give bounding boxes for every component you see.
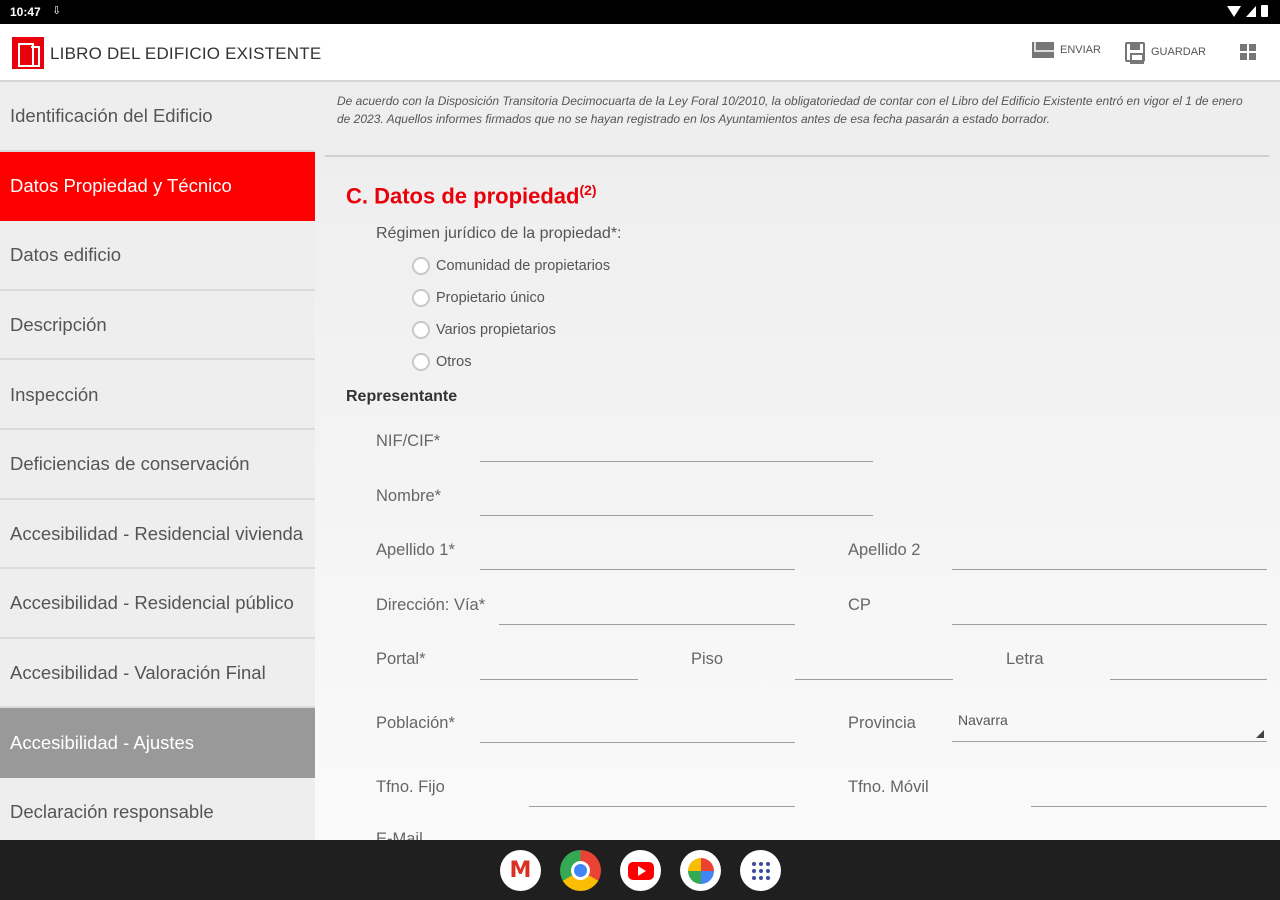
provincia-value: Navarra: [958, 712, 1008, 728]
sidebar-item-inspeccion[interactable]: Inspección: [0, 360, 315, 430]
cp-label: CP: [848, 596, 871, 614]
sidebar-item-accesibilidad-ajustes[interactable]: Accesibilidad - Ajustes: [0, 708, 315, 778]
radio-circle[interactable]: [412, 353, 430, 371]
save-button[interactable]: GUARDAR: [1125, 42, 1207, 64]
poblacion-label: Población*: [376, 714, 455, 732]
radio-varios-propietarios[interactable]: Varios propietarios: [412, 321, 556, 339]
email-label: E-Mail: [376, 830, 423, 840]
provincia-select[interactable]: Navarra: [952, 712, 1267, 742]
tfno-fijo-field[interactable]: [529, 781, 795, 807]
sidebar: Identificación del Edificio Datos Propie…: [0, 82, 315, 840]
legal-notice: De acuerdo con la Disposición Transitori…: [325, 82, 1269, 157]
radio-comunidad[interactable]: Comunidad de propietarios: [412, 257, 610, 275]
portal-field[interactable]: [480, 654, 638, 680]
tfno-movil-label: Tfno. Móvil: [848, 778, 929, 796]
taskbar-dock: M: [0, 840, 1280, 900]
grid-menu-icon[interactable]: [1240, 44, 1256, 60]
send-label: ENVIAR: [1060, 44, 1101, 56]
radio-circle[interactable]: [412, 321, 430, 339]
portal-label: Portal*: [376, 650, 426, 668]
apellido2-field[interactable]: [952, 544, 1267, 570]
letra-label: Letra: [1006, 650, 1044, 668]
app-bar: LIBRO DEL EDIFICIO EXISTENTE ENVIAR GUAR…: [0, 24, 1280, 82]
floppy-disk-icon: [1125, 42, 1145, 64]
representante-heading: Representante: [346, 388, 458, 405]
sidebar-item-accesibilidad-publico[interactable]: Accesibilidad - Residencial público: [0, 569, 315, 639]
apellido1-label: Apellido 1*: [376, 541, 455, 559]
system-icons: [1227, 5, 1268, 17]
battery-icon: [1261, 5, 1268, 17]
tfno-movil-field[interactable]: [1031, 781, 1267, 807]
sidebar-item-datos-propiedad[interactable]: Datos Propiedad y Técnico: [0, 151, 315, 222]
app-title: LIBRO DEL EDIFICIO EXISTENTE: [50, 44, 322, 63]
sidebar-item-accesibilidad-vivienda[interactable]: Accesibilidad - Residencial vivienda: [0, 499, 315, 570]
piso-label: Piso: [691, 650, 724, 668]
radio-propietario-unico[interactable]: Propietario único: [412, 289, 545, 307]
chrome-icon[interactable]: [560, 850, 601, 891]
sidebar-item-datos-edificio[interactable]: Datos edificio: [0, 221, 315, 291]
wifi-icon: [1227, 5, 1241, 17]
mail-icon: [1032, 42, 1054, 58]
youtube-icon[interactable]: [620, 850, 661, 891]
footnote-marker: (2): [579, 182, 597, 198]
nombre-label: Nombre*: [376, 487, 442, 505]
sidebar-item-declaracion[interactable]: Declaración responsable: [0, 777, 315, 840]
section-title: C. Datos de propiedad(2): [346, 182, 597, 209]
radio-circle[interactable]: [412, 257, 430, 275]
send-button[interactable]: ENVIAR: [1032, 42, 1101, 58]
radio-otros[interactable]: Otros: [412, 353, 471, 371]
tfno-fijo-label: Tfno. Fijo: [376, 778, 445, 796]
sidebar-item-descripcion[interactable]: Descripción: [0, 290, 315, 361]
direccion-label: Dirección: Vía*: [376, 596, 486, 614]
nif-label: NIF/CIF*: [376, 432, 441, 450]
gmail-icon[interactable]: M: [500, 850, 541, 891]
signal-icon: [1246, 5, 1256, 17]
cp-field[interactable]: [952, 599, 1267, 625]
sidebar-item-accesibilidad-valoracion[interactable]: Accesibilidad - Valoración Final: [0, 638, 315, 709]
regimen-label: Régimen jurídico de la propiedad*:: [376, 225, 622, 242]
direccion-field[interactable]: [499, 599, 795, 625]
poblacion-field[interactable]: [480, 717, 795, 743]
provincia-label: Provincia: [848, 714, 916, 732]
sidebar-item-deficiencias[interactable]: Deficiencias de conservación: [0, 429, 315, 500]
app-launcher-icon[interactable]: [740, 850, 781, 891]
dropdown-arrow-icon: [1256, 730, 1264, 738]
sidebar-item-identificacion[interactable]: Identificación del Edificio: [0, 82, 315, 152]
status-time: 10:47: [10, 5, 41, 19]
radio-circle[interactable]: [412, 289, 430, 307]
app-logo-icon: [12, 37, 44, 69]
photos-icon[interactable]: [680, 850, 721, 891]
letra-field[interactable]: [1110, 654, 1267, 680]
apellido1-field[interactable]: [480, 544, 795, 570]
nombre-field[interactable]: [480, 490, 873, 516]
download-icon: ⇩: [52, 5, 62, 17]
nif-field[interactable]: [480, 436, 873, 462]
main-content: De acuerdo con la Disposición Transitori…: [315, 82, 1280, 840]
save-label: GUARDAR: [1151, 46, 1207, 58]
piso-field[interactable]: [795, 654, 953, 680]
status-bar: 10:47 ⇩: [0, 0, 1280, 24]
apellido2-label: Apellido 2: [848, 541, 921, 559]
